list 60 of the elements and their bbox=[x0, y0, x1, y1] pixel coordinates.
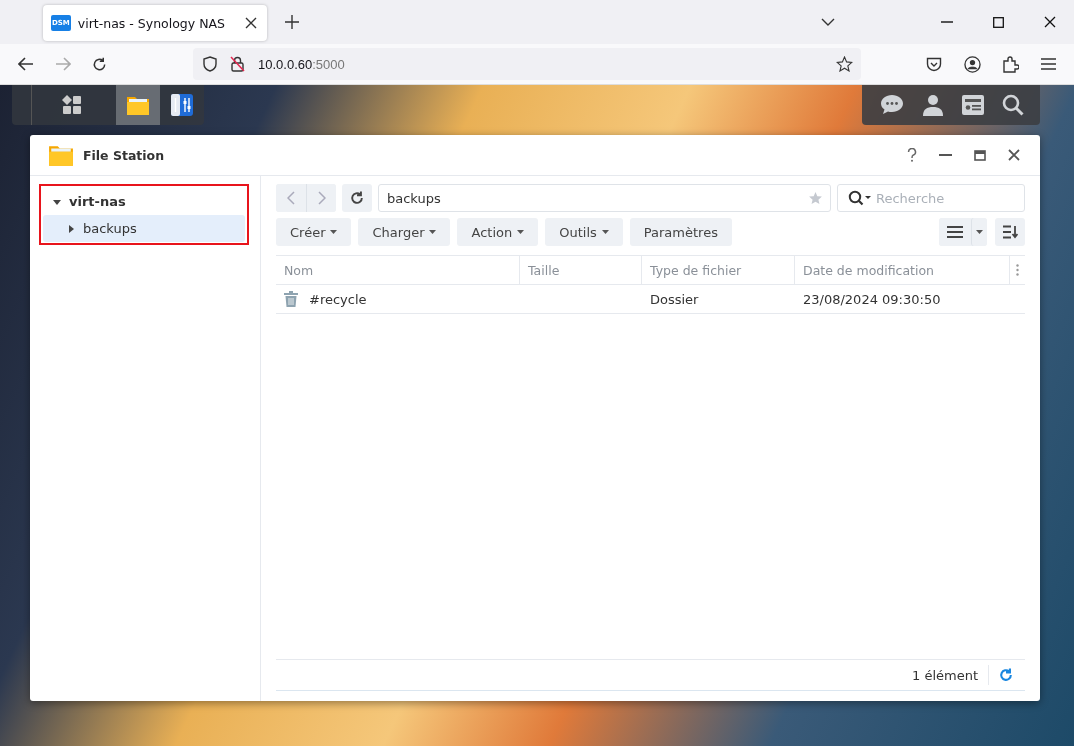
pocket-icon[interactable] bbox=[926, 56, 942, 72]
puzzle-piece-icon[interactable] bbox=[1003, 55, 1019, 73]
chevron-right-icon bbox=[317, 191, 326, 205]
tab-title: virt-nas - Synology NAS bbox=[77, 15, 226, 31]
caret-icon[interactable] bbox=[53, 197, 61, 206]
maximize-icon[interactable] bbox=[993, 16, 1004, 28]
folder-icon bbox=[48, 143, 74, 167]
table-cell: #recycle bbox=[309, 291, 367, 307]
back-arrow-icon[interactable] bbox=[18, 57, 34, 71]
shield-icon bbox=[203, 56, 217, 72]
search-icon[interactable] bbox=[848, 190, 872, 206]
grid-icon bbox=[62, 95, 82, 115]
insecure-lock-icon bbox=[230, 56, 245, 72]
account-icon[interactable] bbox=[964, 55, 981, 73]
menu-icon[interactable] bbox=[1041, 58, 1056, 70]
caret-icon bbox=[976, 230, 983, 234]
user-icon[interactable] bbox=[922, 94, 944, 116]
folder-icon bbox=[126, 94, 150, 116]
more-options-icon[interactable] bbox=[1016, 264, 1019, 276]
search-field[interactable]: Recherche bbox=[876, 185, 1006, 211]
control-panel-icon bbox=[170, 93, 194, 117]
chat-bubble-icon[interactable] bbox=[880, 94, 904, 116]
widget-card-icon[interactable] bbox=[962, 95, 984, 115]
view-dropdown-button[interactable] bbox=[971, 218, 987, 246]
table-cell: 23/08/2024 09:30:50 bbox=[803, 291, 941, 307]
toolbar-button[interactable]: Action bbox=[457, 218, 539, 246]
caret-icon[interactable] bbox=[67, 224, 75, 233]
tree-item[interactable]: backups bbox=[43, 215, 245, 242]
reload-icon[interactable] bbox=[92, 56, 107, 72]
refresh-button[interactable] bbox=[342, 184, 372, 212]
window-title: File Station bbox=[83, 147, 165, 163]
new-tab-icon[interactable] bbox=[285, 15, 299, 29]
url-text: 10.0.0.60:5000 bbox=[258, 56, 345, 72]
chevron-left-icon bbox=[287, 191, 295, 205]
tree-item[interactable]: virt-nas bbox=[43, 188, 245, 215]
close-icon[interactable] bbox=[245, 17, 257, 29]
table-cell: Dossier bbox=[650, 291, 699, 307]
taskbar-app-button[interactable] bbox=[116, 85, 160, 125]
trash-icon bbox=[284, 291, 298, 307]
close-icon[interactable] bbox=[1008, 149, 1020, 161]
close-icon[interactable] bbox=[1044, 16, 1056, 28]
maximize-icon[interactable] bbox=[974, 149, 986, 161]
list-icon bbox=[947, 226, 963, 238]
toolbar-button[interactable]: Charger bbox=[358, 218, 451, 246]
item-count: 1 élément bbox=[912, 667, 978, 683]
star-icon[interactable] bbox=[836, 56, 853, 72]
toolbar-button[interactable]: Paramètres bbox=[629, 218, 732, 246]
toolbar-button[interactable]: Outils bbox=[545, 218, 623, 246]
search-box[interactable]: Recherche bbox=[837, 184, 1025, 212]
refresh-icon bbox=[350, 191, 364, 205]
chevron-down-icon[interactable] bbox=[821, 18, 835, 26]
address-bar[interactable]: 10.0.0.60:5000 bbox=[193, 48, 861, 80]
toolbar-button[interactable]: Créer bbox=[276, 218, 352, 246]
help-icon[interactable] bbox=[907, 148, 917, 162]
star-icon[interactable] bbox=[808, 191, 823, 205]
search-icon[interactable] bbox=[1002, 94, 1024, 116]
sort-icon bbox=[1002, 225, 1018, 239]
path-field[interactable]: backups bbox=[378, 184, 831, 212]
refresh-icon[interactable] bbox=[999, 668, 1013, 682]
sort-button[interactable] bbox=[995, 218, 1025, 246]
